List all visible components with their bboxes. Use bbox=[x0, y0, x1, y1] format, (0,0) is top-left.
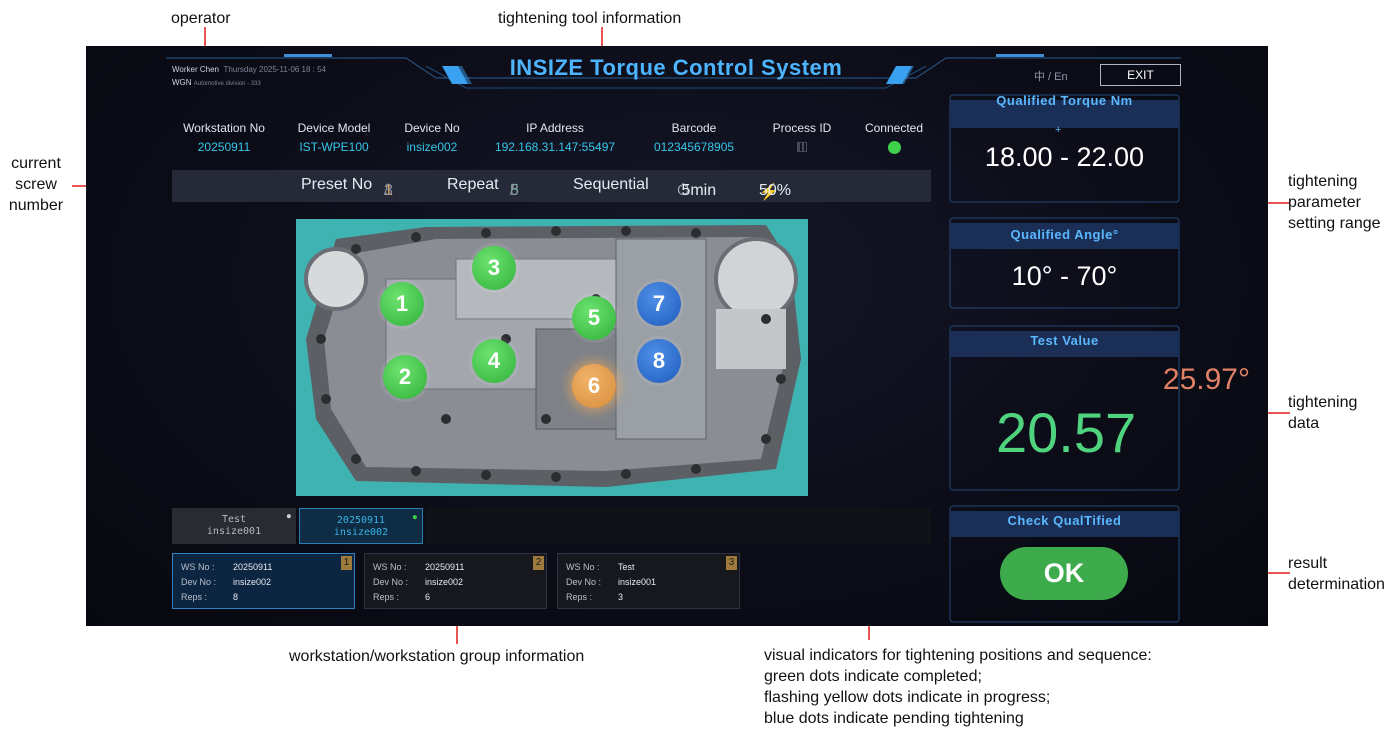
annotation-workstation-group: workstation/workstation group informatio… bbox=[289, 648, 585, 665]
info-ip-address: IP Address 192.168.31.147:55497 bbox=[494, 121, 616, 154]
status-dot-icon bbox=[887, 141, 901, 154]
panel-title: Qualified Torque Nm bbox=[996, 93, 1133, 108]
screw-marker-7[interactable]: 7 bbox=[637, 282, 681, 326]
panel-title: Qualified Angle° bbox=[1010, 227, 1119, 242]
panel-title: Check QualTified bbox=[1007, 513, 1122, 528]
language-toggle[interactable]: 中 / En bbox=[1034, 68, 1068, 84]
tab-workstation-20250911[interactable]: ● 20250911 insize002 bbox=[299, 508, 423, 544]
qualified-torque-panel: Qualified Torque Nm 18.00 - 22.00 bbox=[950, 93, 1179, 202]
repeat-label: Repeat bbox=[447, 176, 499, 193]
tab-workstation-test[interactable]: ● Test insize001 bbox=[172, 508, 296, 544]
info-barcode: Barcode 012345678905 bbox=[653, 121, 735, 154]
info-device-no: Device No insize002 bbox=[404, 121, 460, 154]
info-process-id: Process ID bbox=[762, 121, 842, 155]
exit-button[interactable]: EXIT bbox=[1100, 64, 1181, 86]
system-title: INSIZE Torque Control System bbox=[509, 55, 843, 80]
screw-marker-5[interactable]: 5 bbox=[572, 296, 616, 340]
result-ok-button[interactable]: OK bbox=[1000, 547, 1128, 600]
screw-marker-3[interactable]: 3 bbox=[472, 246, 516, 290]
preset-bar: Preset No 1 / 3 Repeat 5 / 8 Sequential … bbox=[172, 170, 931, 202]
workstation-card-1[interactable]: 1 WS No :20250911 Dev No : insize002 Reps… bbox=[172, 553, 355, 609]
panel-title: Test Value bbox=[1030, 333, 1099, 348]
card-index-badge: 3 bbox=[726, 556, 737, 570]
screw-marker-1[interactable]: 1 bbox=[380, 282, 424, 326]
annotation-tightening-data: tightening data bbox=[1288, 394, 1358, 432]
workstation-card-2[interactable]: 2 WS No :20250911 Dev No : insize002 Reps… bbox=[364, 553, 547, 609]
screw-marker-6[interactable]: 6 bbox=[572, 364, 616, 408]
timer-value: ⏱ 5min bbox=[677, 182, 717, 199]
screw-marker-2[interactable]: 2 bbox=[383, 355, 427, 399]
annotation-current-screw: current screw number bbox=[8, 155, 64, 214]
screw-marker-4[interactable]: 4 bbox=[472, 339, 516, 383]
test-angle-value: 25.97° bbox=[1162, 363, 1250, 396]
torque-range: 18.00 - 22.00 bbox=[984, 142, 1145, 172]
operator-info: Worker Chen Thursday 2025-11-06 18 : 54 … bbox=[172, 65, 327, 87]
test-torque-value: 20.57 bbox=[996, 401, 1137, 464]
valve-body-illustration bbox=[296, 219, 808, 496]
qr-code-icon bbox=[797, 142, 807, 152]
qualified-angle-panel: Qualified Angle° 10° - 70° bbox=[950, 218, 1179, 308]
card-index-badge: 2 bbox=[533, 556, 544, 570]
info-device-model: Device Model IST-WPE100 bbox=[297, 121, 371, 154]
card-index-badge: 1 bbox=[341, 556, 352, 570]
sequence-mode: Sequential bbox=[573, 176, 649, 193]
annotation-indicators: visual indicators for tightening positio… bbox=[764, 647, 1152, 727]
annotation-result: result determination bbox=[1288, 555, 1385, 593]
plus-icon: + bbox=[1055, 124, 1062, 136]
info-workstation-no: Workstation No 20250911 bbox=[183, 121, 265, 154]
part-image: 1 2 3 4 5 6 7 8 bbox=[296, 219, 808, 496]
info-connected: Connected bbox=[854, 121, 934, 157]
annotation-tool-info: tightening tool information bbox=[498, 10, 682, 27]
angle-range: 10° - 70° bbox=[1011, 261, 1118, 291]
screw-marker-8[interactable]: 8 bbox=[637, 339, 681, 383]
workstation-card-3[interactable]: 3 WS No : Test Dev No : insize001 Reps :3 bbox=[557, 553, 740, 609]
annotation-operator: operator bbox=[171, 10, 231, 27]
tab-strip bbox=[426, 508, 931, 544]
annotation-param-range: tightening parameter setting range bbox=[1288, 173, 1381, 232]
preset-label: Preset No bbox=[301, 176, 373, 193]
app-screen: Worker Chen Thursday 2025-11-06 18 : 54 … bbox=[86, 46, 1268, 626]
